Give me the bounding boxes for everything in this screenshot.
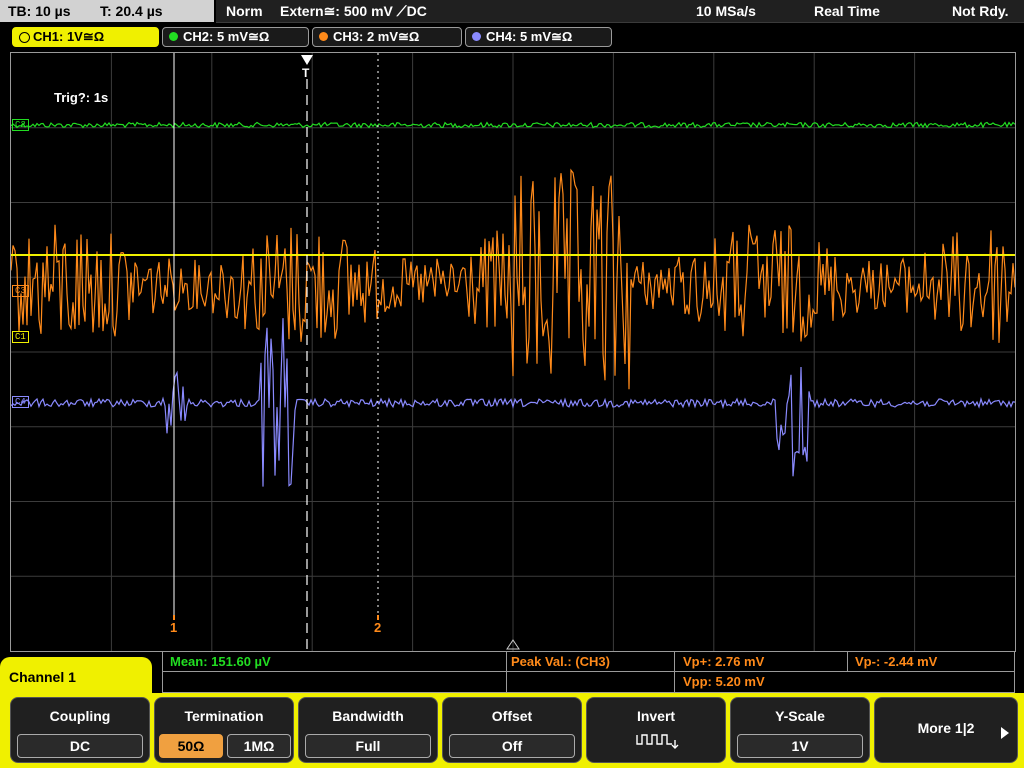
- y-scale-title: Y-Scale: [775, 708, 825, 724]
- tab-ch4[interactable]: CH4: 5 mV≅Ω: [465, 27, 612, 47]
- tab-ch2-label: CH2: 5 mV≅Ω: [183, 29, 270, 44]
- tab-ch3-label: CH3: 2 mV≅Ω: [333, 29, 420, 44]
- waveform-canvas: [11, 53, 1015, 651]
- meas-divider-h: [163, 671, 1014, 672]
- trigger-arrow-icon: [301, 55, 313, 65]
- bandwidth-value[interactable]: Full: [305, 734, 431, 758]
- tab-ch2[interactable]: CH2: 5 mV≅Ω: [162, 27, 309, 47]
- tab-ch3[interactable]: CH3: 2 mV≅Ω: [312, 27, 462, 47]
- more-label: More 1|2: [917, 720, 975, 736]
- vpp-readout: Vpp: 5.20 mV: [683, 674, 765, 689]
- trigger-mode[interactable]: Norm: [226, 0, 263, 22]
- status-bar-left: TB: 10 µs T: 20.4 µs: [0, 0, 214, 22]
- tab-ch1-label: CH1: 1V≅Ω: [33, 29, 105, 44]
- meas-divider-v: [506, 652, 507, 692]
- termination-1m-option[interactable]: 1MΩ: [227, 734, 291, 758]
- meas-divider-v: [847, 652, 848, 672]
- ch3-dot-icon: [319, 32, 328, 41]
- offset-softkey[interactable]: Offset Off: [442, 697, 582, 763]
- bandwidth-softkey[interactable]: Bandwidth Full: [298, 697, 438, 763]
- ch1-dot-icon: [19, 32, 30, 43]
- waveform-display[interactable]: [10, 52, 1016, 652]
- termination-50-option[interactable]: 50Ω: [159, 734, 223, 758]
- bandwidth-title: Bandwidth: [332, 708, 404, 724]
- termination-title: Termination: [184, 708, 264, 724]
- channel-menu-title-text: Channel 1: [9, 669, 76, 685]
- trigger-info: Trig?: 1s: [54, 90, 109, 105]
- coupling-softkey[interactable]: Coupling DC: [10, 697, 150, 763]
- time-position-readout[interactable]: T: 20.4 µs: [100, 0, 163, 22]
- sample-rate: 10 MSa/s: [696, 3, 756, 19]
- acquisition-mode: Real Time: [814, 3, 880, 19]
- invert-waveform-icon: [636, 734, 679, 749]
- cursor-2-label: 2: [374, 620, 382, 635]
- invert-title: Invert: [636, 708, 676, 724]
- offset-title: Offset: [491, 708, 533, 724]
- ch4-level-marker[interactable]: C4: [12, 396, 29, 408]
- vp-plus-readout: Vp+: 2.76 mV: [683, 654, 765, 669]
- ch2-dot-icon: [169, 32, 178, 41]
- softkey-bar: Coupling DC Termination 50Ω 1MΩ Bandwidt…: [0, 693, 1024, 768]
- invert-softkey[interactable]: Invert: [586, 697, 726, 763]
- measurement-panel: Mean: 151.60 µV Peak Val.: (CH3) Vp+: 2.…: [162, 651, 1015, 693]
- trigger-source[interactable]: Extern≅: 500 mV ⟋DC: [280, 0, 427, 22]
- y-scale-softkey[interactable]: Y-Scale 1V: [730, 697, 870, 763]
- peak-value-label[interactable]: Peak Val.: (CH3): [511, 654, 610, 669]
- tab-ch4-label: CH4: 5 mV≅Ω: [486, 29, 573, 44]
- coupling-title: Coupling: [49, 708, 111, 724]
- more-softkey[interactable]: More 1|2: [874, 697, 1018, 763]
- meas-divider-v: [674, 652, 675, 692]
- timebase-readout[interactable]: TB: 10 µs: [8, 0, 71, 22]
- status-bar-right: Norm Extern≅: 500 mV ⟋DC 10 MSa/s Real T…: [216, 0, 1024, 23]
- coupling-value[interactable]: DC: [17, 734, 143, 758]
- arrow-right-icon: [1001, 727, 1009, 739]
- ch1-level-marker[interactable]: C1: [12, 331, 29, 343]
- mean-readout[interactable]: Mean: 151.60 µV: [170, 654, 271, 669]
- termination-softkey[interactable]: Termination 50Ω 1MΩ: [154, 697, 294, 763]
- channel-tabs: CH1: 1V≅Ω CH2: 5 mV≅Ω CH3: 2 mV≅Ω CH4: 5…: [0, 24, 1024, 50]
- trigger-state: Not Rdy.: [952, 3, 1009, 19]
- ch3-level-marker[interactable]: C3: [12, 285, 29, 297]
- cursor-1-label: 1: [170, 620, 178, 635]
- tab-ch1[interactable]: CH1: 1V≅Ω: [12, 27, 159, 47]
- ch2-level-marker[interactable]: C2: [12, 119, 29, 131]
- channel-menu-title: Channel 1: [0, 657, 152, 697]
- offset-value[interactable]: Off: [449, 734, 575, 758]
- vp-minus-readout: Vp-: -2.44 mV: [855, 654, 938, 669]
- ch4-dot-icon: [472, 32, 481, 41]
- trigger-position-marker[interactable]: T: [302, 66, 309, 80]
- y-scale-value[interactable]: 1V: [737, 734, 863, 758]
